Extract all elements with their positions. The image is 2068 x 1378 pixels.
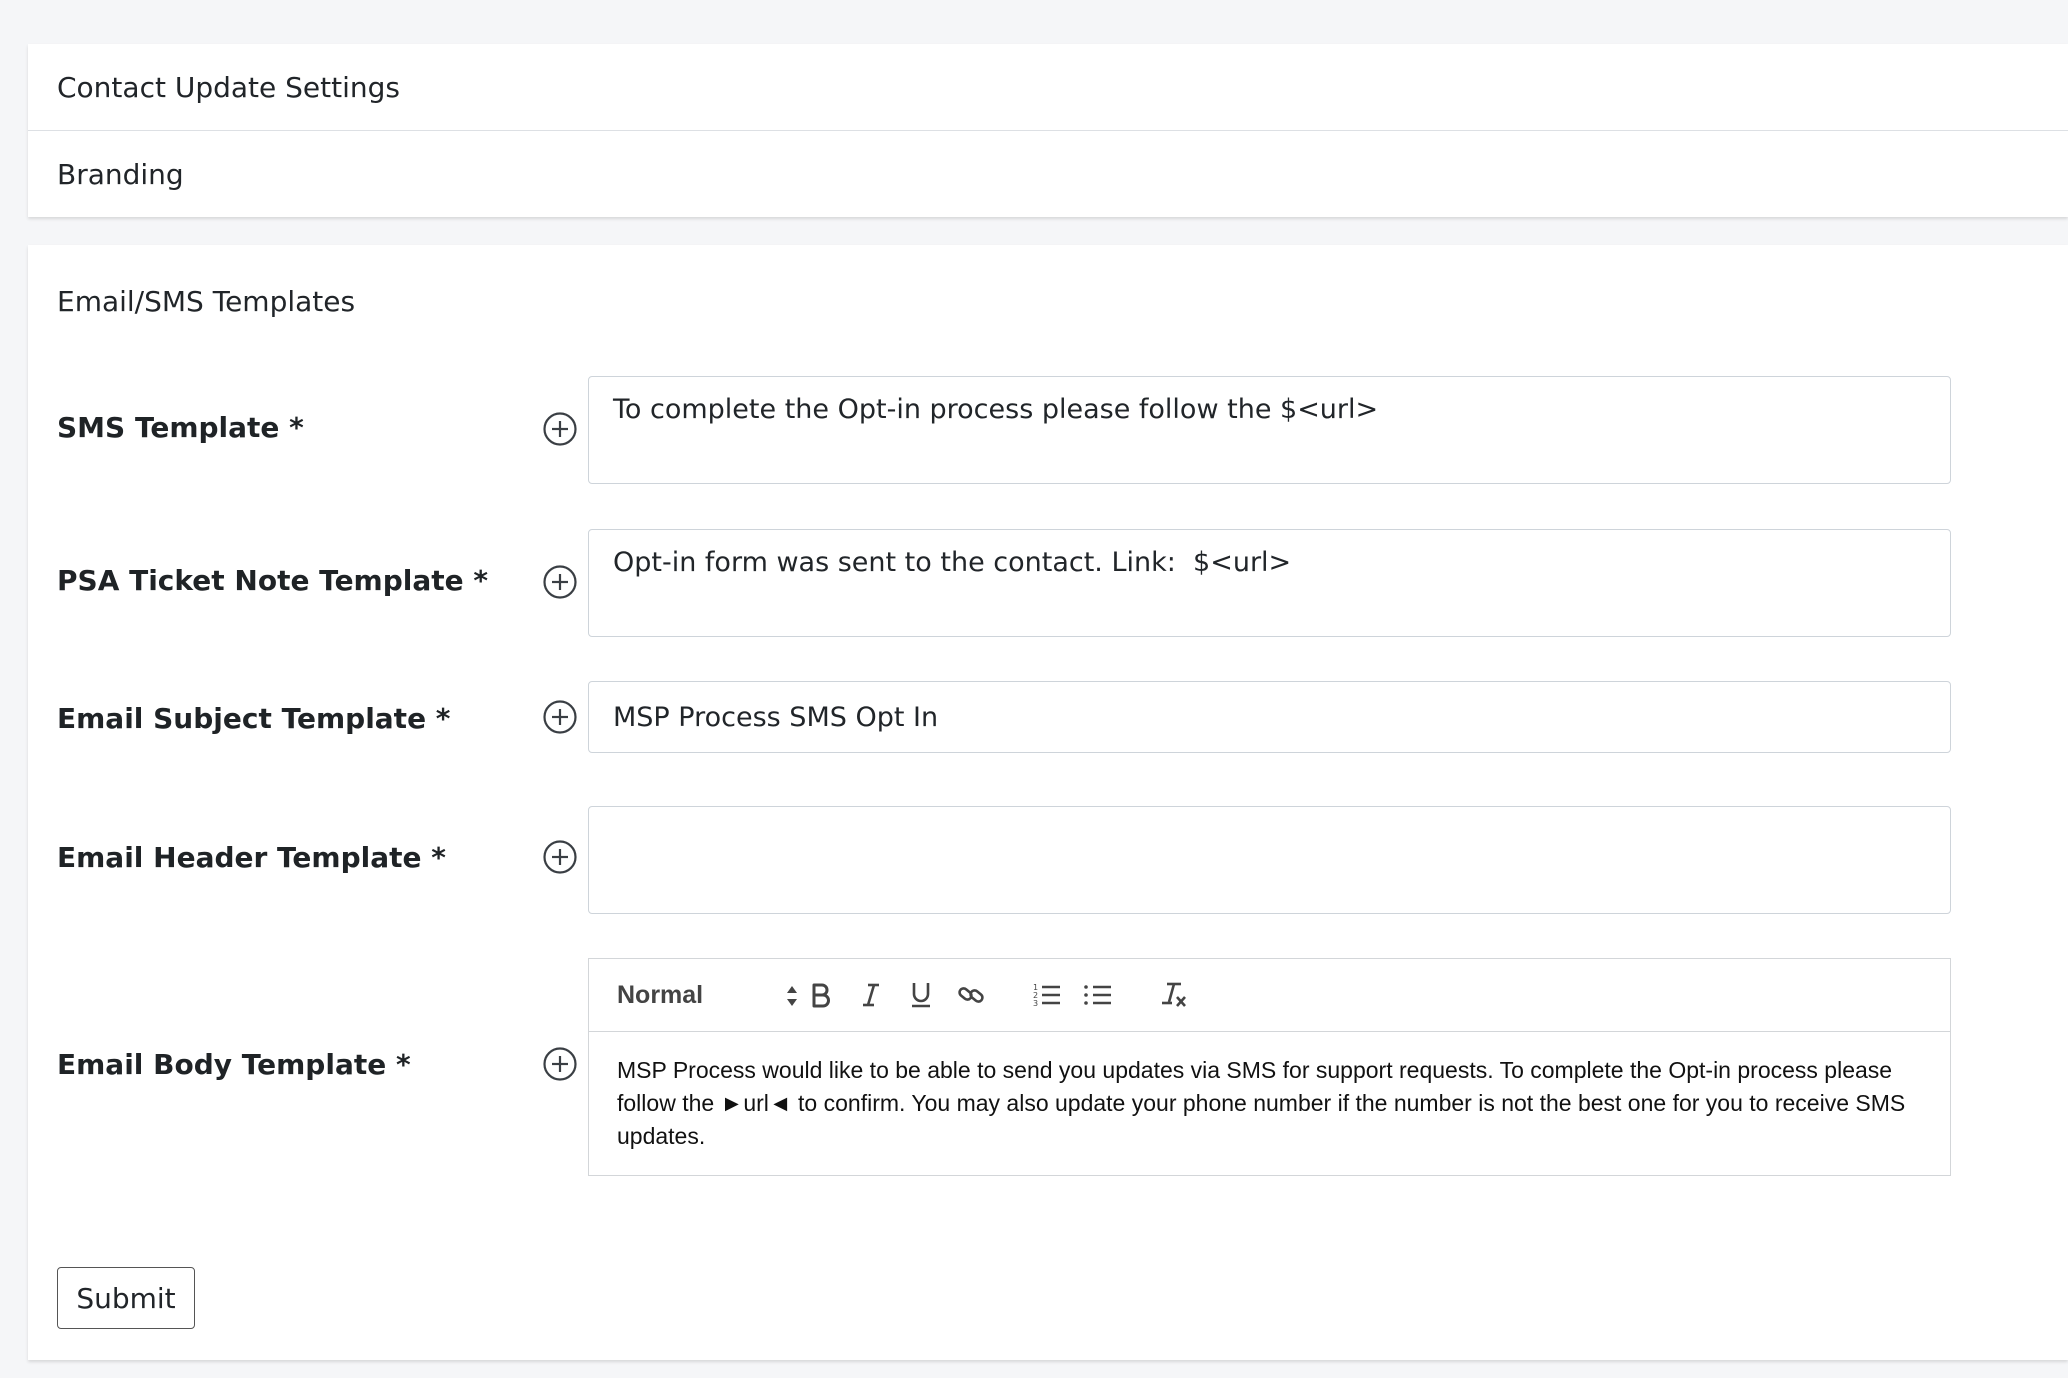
add-variable-body-icon[interactable]	[542, 1046, 578, 1082]
underline-button[interactable]	[903, 977, 939, 1013]
ordered-list-button[interactable]: 1 2 3	[1029, 977, 1065, 1013]
email-header-input[interactable]	[588, 806, 1951, 914]
bullet-list-button[interactable]	[1080, 977, 1116, 1013]
accordion-item-label: Branding	[57, 157, 184, 191]
italic-button[interactable]	[853, 977, 889, 1013]
section-title: Email/SMS Templates	[57, 285, 356, 318]
psa-template-label: PSA Ticket Note Template *	[57, 564, 489, 597]
italic-icon	[863, 983, 879, 1007]
settings-accordion: Contact Update Settings Branding	[28, 44, 2068, 217]
underline-icon	[912, 983, 930, 1008]
email-subject-label: Email Subject Template *	[57, 702, 451, 735]
clear-format-icon	[1162, 982, 1186, 1007]
link-icon	[958, 987, 984, 1003]
add-variable-sms-icon[interactable]	[542, 411, 578, 447]
templates-form-card: Email/SMS Templates SMS Template * PSA T…	[28, 245, 2068, 1360]
svg-text:3: 3	[1033, 999, 1038, 1008]
bold-icon	[812, 983, 830, 1008]
add-variable-header-icon[interactable]	[542, 839, 578, 875]
email-body-editor: Normal 1 2 3 MSP Process would like to b…	[588, 958, 1951, 1176]
email-body-content[interactable]: MSP Process would like to be able to sen…	[589, 1032, 1950, 1175]
accordion-item-branding[interactable]: Branding	[28, 131, 2068, 217]
add-variable-subject-icon[interactable]	[542, 699, 578, 735]
sms-template-input[interactable]	[588, 376, 1951, 484]
ordered-list-icon: 1 2 3	[1033, 983, 1060, 1008]
editor-toolbar: Normal 1 2 3	[589, 959, 1950, 1032]
accordion-item-label: Contact Update Settings	[57, 70, 400, 104]
email-subject-input[interactable]	[588, 681, 1951, 753]
submit-button[interactable]: Submit	[57, 1267, 195, 1329]
clear-format-button[interactable]	[1156, 977, 1192, 1013]
link-button[interactable]	[953, 977, 989, 1013]
accordion-item-contact-update-settings[interactable]: Contact Update Settings	[28, 44, 2068, 131]
email-body-label: Email Body Template *	[57, 1048, 411, 1081]
select-arrows-icon	[787, 986, 797, 1006]
add-variable-psa-icon[interactable]	[542, 564, 578, 600]
email-header-label: Email Header Template *	[57, 841, 446, 874]
psa-template-input[interactable]	[588, 529, 1951, 637]
bullet-list-icon	[1084, 985, 1111, 1005]
text-format-select[interactable]: Normal	[617, 959, 797, 1031]
sms-template-label: SMS Template *	[57, 411, 304, 444]
text-format-value: Normal	[617, 980, 704, 1009]
bold-button[interactable]	[803, 977, 839, 1013]
